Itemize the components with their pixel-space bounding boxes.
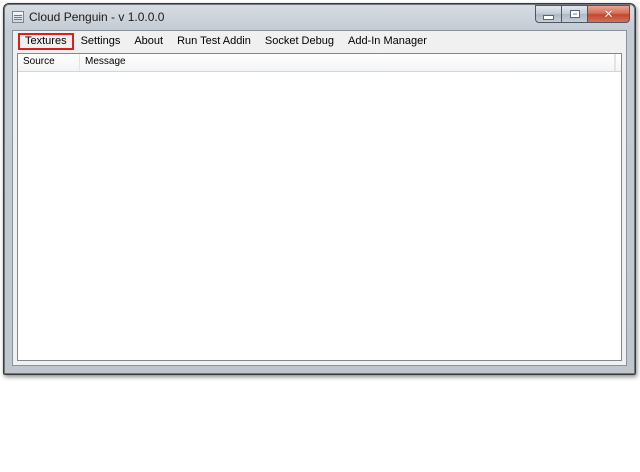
close-icon: ✕: [603, 7, 614, 21]
menu-bar: Textures Settings About Run Test Addin S…: [13, 31, 626, 51]
list-body[interactable]: [18, 72, 621, 360]
minimize-button[interactable]: [535, 5, 561, 23]
menu-item-about[interactable]: About: [127, 33, 170, 50]
caption-buttons: ✕: [535, 5, 630, 23]
client-area: Textures Settings About Run Test Addin S…: [12, 30, 627, 366]
minimize-icon: [543, 14, 554, 20]
menu-item-socket-debug[interactable]: Socket Debug: [258, 33, 341, 50]
column-header-source[interactable]: Source: [18, 54, 80, 71]
column-header-filler: [615, 54, 621, 71]
main-window: Cloud Penguin - v 1.0.0.0 ✕ Textures Set…: [3, 3, 636, 375]
log-list-view[interactable]: Source Message: [17, 53, 622, 361]
title-bar[interactable]: Cloud Penguin - v 1.0.0.0 ✕: [4, 4, 635, 30]
column-header-message[interactable]: Message: [80, 54, 615, 71]
menu-item-textures[interactable]: Textures: [18, 32, 74, 50]
menu-item-run-test-addin[interactable]: Run Test Addin: [170, 33, 258, 50]
list-header: Source Message: [18, 54, 621, 72]
menu-item-settings[interactable]: Settings: [74, 33, 128, 50]
maximize-button[interactable]: [561, 5, 587, 23]
close-button[interactable]: ✕: [587, 5, 630, 23]
window-title: Cloud Penguin - v 1.0.0.0: [29, 10, 165, 24]
maximize-icon: [569, 10, 580, 18]
menu-item-add-in-manager[interactable]: Add-In Manager: [341, 33, 434, 50]
app-window-icon[interactable]: [12, 11, 24, 23]
